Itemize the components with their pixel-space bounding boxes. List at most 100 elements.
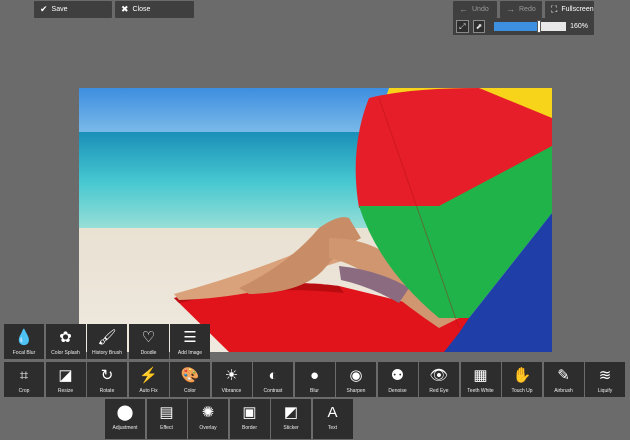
tool-label: Adjustment	[112, 425, 138, 431]
tool-sharpen[interactable]: ◉ Sharpen	[336, 362, 376, 397]
undo-button[interactable]: ← Undo	[453, 1, 497, 18]
touch-up-icon: ✋	[512, 366, 532, 384]
tool-label: Vibrance	[221, 388, 242, 394]
tool-label: Text	[327, 425, 338, 431]
doodle-icon: ♡	[141, 328, 156, 346]
eye-icon: 👁	[429, 366, 449, 384]
tool-label: Denoise	[388, 388, 407, 394]
tool-border[interactable]: ▣ Border	[229, 399, 270, 439]
tool-auto-fix[interactable]: ⚡ Auto Fix	[128, 362, 169, 397]
frame-icon: ▣	[242, 403, 257, 421]
bulb-icon: ✺	[201, 403, 215, 421]
tool-label: Border	[241, 425, 257, 431]
tool-label: Blur	[310, 388, 319, 394]
denoise-icon: ⚉	[390, 366, 405, 384]
zoom-slider[interactable]	[494, 20, 567, 33]
tool-rotate[interactable]: ↻ Rotate	[87, 362, 127, 397]
photo-canvas[interactable]	[79, 88, 552, 352]
tool-vibrance[interactable]: ☀ Vibrance	[211, 362, 252, 397]
zoom-slider-fill	[494, 22, 539, 31]
flower-icon: ✿	[59, 328, 72, 346]
fullscreen-icon: ⛶	[551, 4, 558, 14]
tool-red-eye[interactable]: 👁 Red Eye	[419, 362, 459, 397]
layers-icon: ☰	[183, 328, 197, 346]
tool-label: Color	[184, 388, 196, 394]
zoom-slider-thumb[interactable]	[536, 20, 541, 33]
contrast-icon: ◐	[268, 366, 278, 384]
tool-blur[interactable]: ● Blur	[294, 362, 335, 397]
tool-label: Touch Up	[511, 388, 533, 394]
tool-label: Effect	[160, 425, 173, 431]
waves-icon: ≋	[598, 366, 612, 384]
tool-airbrush[interactable]: ✎ Airbrush	[543, 362, 584, 397]
tool-label: Overlay	[199, 425, 217, 431]
tool-crop[interactable]: ⌗ Crop	[4, 362, 44, 397]
tool-liquify[interactable]: ≋ Liquify	[585, 362, 625, 397]
tool-resize[interactable]: ◪ Resize	[45, 362, 86, 397]
sharpen-icon: ◉	[349, 366, 363, 384]
airbrush-icon: ✎	[557, 366, 570, 384]
fullscreen-label: Fullscreen	[561, 6, 594, 13]
close-label: Close	[132, 6, 151, 13]
beach-umbrella-photo	[79, 88, 552, 352]
tool-label: Sticker	[283, 425, 299, 431]
tool-contrast[interactable]: ◐ Contrast	[253, 362, 293, 397]
fullscreen-button[interactable]: ⛶ Fullscreen	[545, 1, 594, 18]
tool-label: Airbrush	[554, 388, 573, 394]
tool-label: Color Splash	[51, 350, 80, 356]
tool-history-brush[interactable]: 🖌 History Brush	[87, 324, 127, 359]
palette-icon: 🎨	[180, 366, 200, 384]
undo-label: Undo	[472, 6, 489, 13]
tool-focal-blur[interactable]: 💧 Focal Blur	[4, 324, 44, 359]
adjustment-icon: ⬤	[116, 403, 134, 421]
actual-size-icon[interactable]: ⬈	[472, 20, 486, 33]
close-button[interactable]: ✖ Close	[115, 1, 194, 18]
tool-add-image[interactable]: ☰ Add Image	[170, 324, 210, 359]
sticker-icon: ◩	[283, 403, 299, 421]
tool-touch-up[interactable]: ✋ Touch Up	[502, 362, 542, 397]
tool-text[interactable]: A Text	[312, 399, 353, 439]
fit-screen-icon[interactable]: ⤢	[456, 20, 469, 33]
tool-doodle[interactable]: ♡ Doodle	[128, 324, 169, 359]
tool-label: Teeth White	[467, 388, 494, 394]
droplets-icon: 💧	[14, 328, 34, 346]
save-label: Save	[51, 6, 68, 13]
resize-icon: ◪	[58, 366, 73, 384]
tool-effect[interactable]: ▤ Effect	[146, 399, 187, 439]
tool-adjustment[interactable]: ⬤ Adjustment	[105, 399, 145, 439]
sun-icon: ☀	[224, 366, 239, 384]
redo-arrow-icon: →	[506, 4, 515, 14]
tool-label: Auto Fix	[139, 388, 158, 394]
tool-label: Rotate	[99, 388, 115, 394]
zoom-bar: ⤢ ⬈ 160%	[453, 18, 594, 35]
tool-label: Sharpen	[346, 388, 366, 394]
rotate-icon: ↻	[100, 366, 114, 384]
tool-label: Contrast	[263, 388, 283, 394]
close-icon: ✖	[121, 4, 129, 14]
save-button[interactable]: ✔ Save	[34, 1, 112, 18]
tool-label: Resize	[57, 388, 74, 394]
tool-overlay[interactable]: ✺ Overlay	[188, 399, 228, 439]
tool-label: Doodle	[140, 350, 157, 356]
crop-icon: ⌗	[19, 366, 29, 384]
tool-sticker[interactable]: ◩ Sticker	[271, 399, 311, 439]
teeth-icon: ▦	[473, 366, 488, 384]
undo-arrow-icon: ←	[459, 4, 468, 14]
redo-label: Redo	[519, 6, 536, 13]
tool-label: Focal Blur	[12, 350, 36, 356]
tool-label: History Brush	[91, 350, 122, 356]
tool-label: Crop	[18, 388, 30, 394]
tool-teeth-white[interactable]: ▦ Teeth White	[460, 362, 501, 397]
blur-icon: ●	[309, 366, 320, 384]
tool-denoise[interactable]: ⚉ Denoise	[377, 362, 418, 397]
tool-color-splash[interactable]: ✿ Color Splash	[45, 324, 86, 359]
auto-fix-icon: ⚡	[139, 366, 158, 384]
tool-label: Liquify	[597, 388, 613, 394]
checkmark-icon: ✔	[40, 4, 48, 14]
tool-label: Add Image	[177, 350, 203, 356]
tool-label: Red Eye	[429, 388, 449, 394]
text-icon: A	[327, 403, 338, 421]
film-icon: ▤	[159, 403, 174, 421]
redo-button[interactable]: → Redo	[500, 1, 542, 18]
tool-color[interactable]: 🎨 Color	[170, 362, 210, 397]
